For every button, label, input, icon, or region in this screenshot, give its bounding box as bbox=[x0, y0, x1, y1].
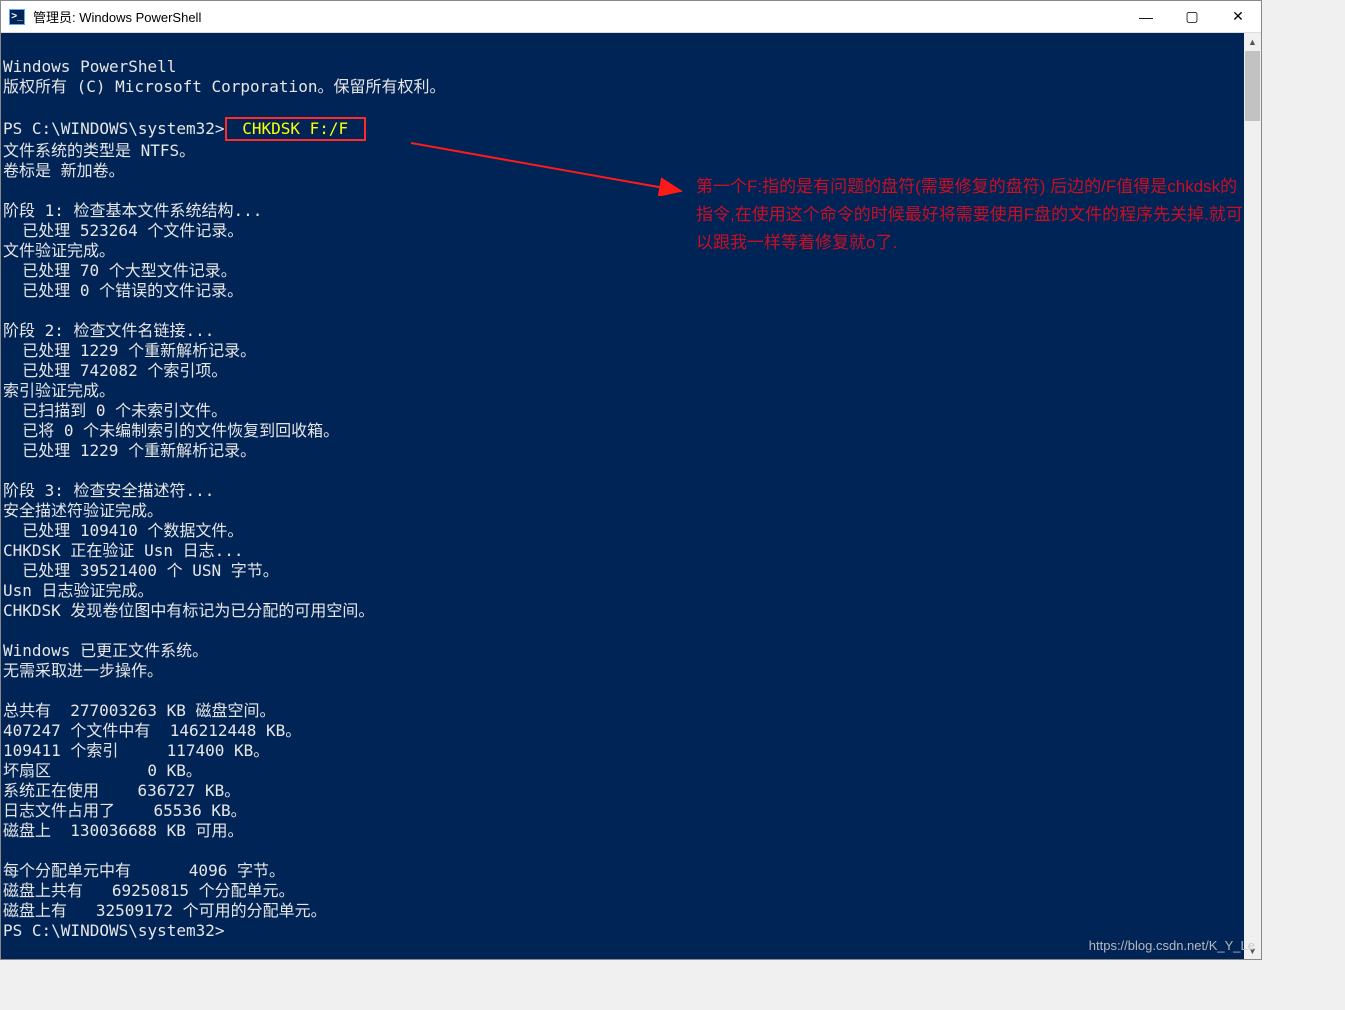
powershell-icon: >_ bbox=[9, 9, 25, 25]
scrollbar-thumb[interactable] bbox=[1245, 51, 1260, 121]
window-controls: — ▢ ✕ bbox=[1123, 2, 1261, 32]
maximize-button[interactable]: ▢ bbox=[1169, 2, 1215, 32]
powershell-window: >_ 管理员: Windows PowerShell — ▢ ✕ Windows… bbox=[0, 0, 1262, 960]
terminal-content[interactable]: Windows PowerShell 版权所有 (C) Microsoft Co… bbox=[1, 33, 1261, 959]
annotation-text: 第一个F:指的是有问题的盘符(需要修复的盘符) 后边的/F值得是chkdsk的指… bbox=[696, 173, 1246, 257]
terminal-header: Windows PowerShell bbox=[3, 57, 176, 76]
minimize-button[interactable]: — bbox=[1123, 2, 1169, 32]
terminal-output: 文件系统的类型是 NTFS。 卷标是 新加卷。 阶段 1: 检查基本文件系统结构… bbox=[3, 141, 374, 920]
window-title: 管理员: Windows PowerShell bbox=[33, 7, 201, 26]
titlebar-left: >_ 管理员: Windows PowerShell bbox=[9, 7, 201, 26]
terminal-copyright: 版权所有 (C) Microsoft Corporation。保留所有权利。 bbox=[3, 77, 445, 96]
command-highlight: CHKDSK F:/F bbox=[225, 117, 366, 141]
scrollbar-up-arrow[interactable]: ▲ bbox=[1244, 33, 1261, 50]
terminal-area[interactable]: Windows PowerShell 版权所有 (C) Microsoft Co… bbox=[1, 33, 1261, 959]
close-button[interactable]: ✕ bbox=[1215, 2, 1261, 32]
prompt-end: PS C:\WINDOWS\system32> bbox=[3, 921, 225, 940]
titlebar[interactable]: >_ 管理员: Windows PowerShell — ▢ ✕ bbox=[1, 1, 1261, 33]
prompt-prefix: PS C:\WINDOWS\system32> bbox=[3, 119, 225, 138]
watermark-text: https://blog.csdn.net/K_Y_Le bbox=[1089, 938, 1255, 953]
vertical-scrollbar[interactable]: ▲ ▼ bbox=[1244, 33, 1261, 959]
